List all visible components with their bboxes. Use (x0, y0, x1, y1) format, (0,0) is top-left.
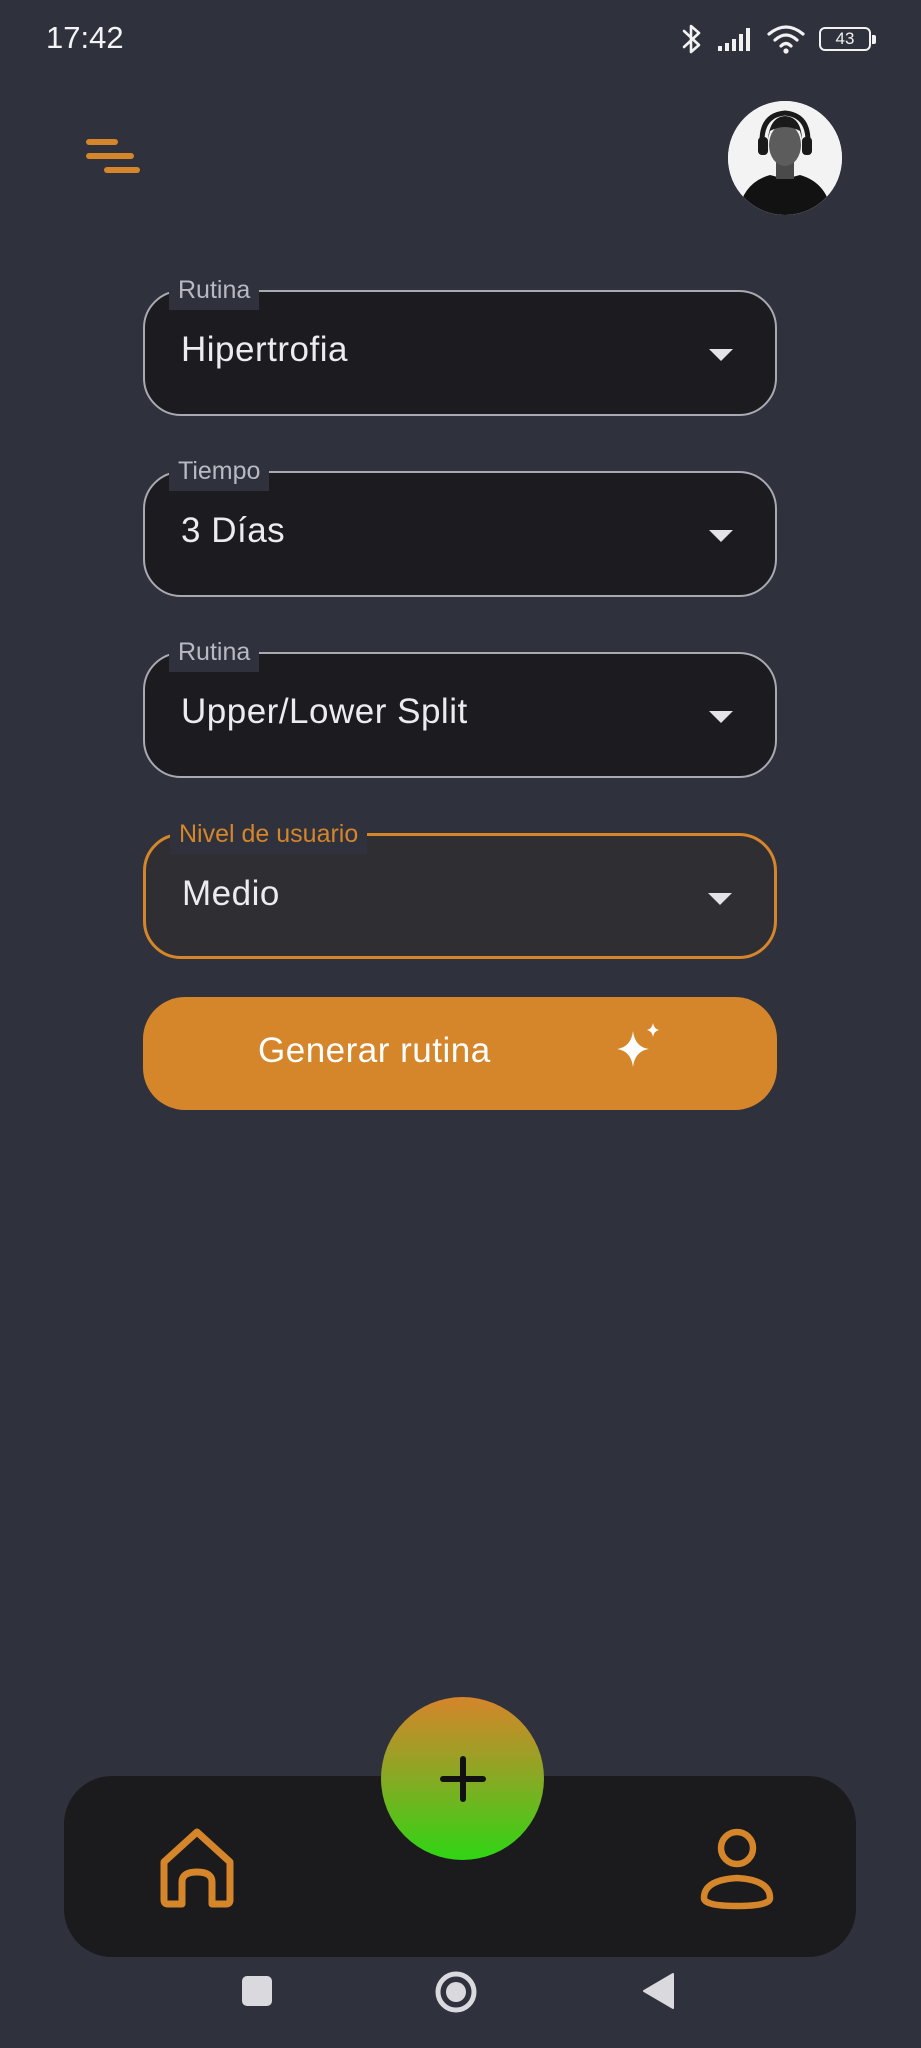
split-label: Rutina (169, 632, 260, 672)
system-recents-button[interactable] (241, 1975, 273, 2012)
menu-button[interactable] (84, 134, 144, 182)
nivel-usuario-label: Nivel de usuario (170, 814, 368, 854)
system-nav-bar (0, 1960, 921, 2048)
back-triangle-icon (643, 1973, 674, 2009)
nivel-usuario-dropdown[interactable]: Nivel de usuario Medio (143, 814, 777, 959)
avatar-photo (728, 101, 842, 215)
split-value: Upper/Lower Split (181, 692, 468, 731)
signal-icon (718, 28, 750, 51)
circle-icon (435, 1971, 477, 2013)
status-time: 17:42 (46, 20, 124, 55)
dropdown-arrow-icon (709, 349, 733, 361)
generate-routine-label: Generar rutina (258, 1031, 491, 1070)
wifi-icon (767, 25, 805, 54)
system-back-button[interactable] (641, 1972, 675, 2015)
tiempo-label: Tiempo (169, 451, 270, 491)
nivel-usuario-value: Medio (182, 874, 280, 913)
nav-profile-button[interactable] (690, 1820, 784, 1914)
bluetooth-icon (682, 24, 701, 54)
dropdown-arrow-icon (709, 711, 733, 723)
tiempo-value: 3 Días (181, 511, 286, 550)
user-icon (700, 1828, 774, 1910)
square-icon (242, 1976, 272, 2006)
add-routine-fab[interactable] (381, 1697, 544, 1860)
generate-routine-button[interactable]: Generar rutina (143, 997, 777, 1110)
split-dropdown[interactable]: Rutina Upper/Lower Split (143, 632, 777, 778)
sparkle-icon (617, 1023, 659, 1067)
rutina-dropdown[interactable]: Rutina Hipertrofia (143, 270, 777, 416)
rutina-value: Hipertrofia (181, 330, 348, 369)
home-icon (160, 1828, 234, 1908)
avatar[interactable] (728, 101, 842, 215)
rutina-label: Rutina (169, 270, 260, 310)
menu-icon (86, 139, 140, 173)
dropdown-arrow-icon (709, 530, 733, 542)
plus-icon (440, 1756, 486, 1802)
system-home-button[interactable] (434, 1970, 478, 2019)
battery-indicator: 43 (819, 27, 876, 51)
status-icons: 43 (681, 22, 876, 56)
tiempo-dropdown[interactable]: Tiempo 3 Días (143, 451, 777, 597)
status-bar: 17:42 43 (0, 0, 921, 80)
dropdown-arrow-icon (708, 893, 732, 905)
battery-level: 43 (835, 29, 855, 48)
nav-home-button[interactable] (150, 1820, 244, 1914)
